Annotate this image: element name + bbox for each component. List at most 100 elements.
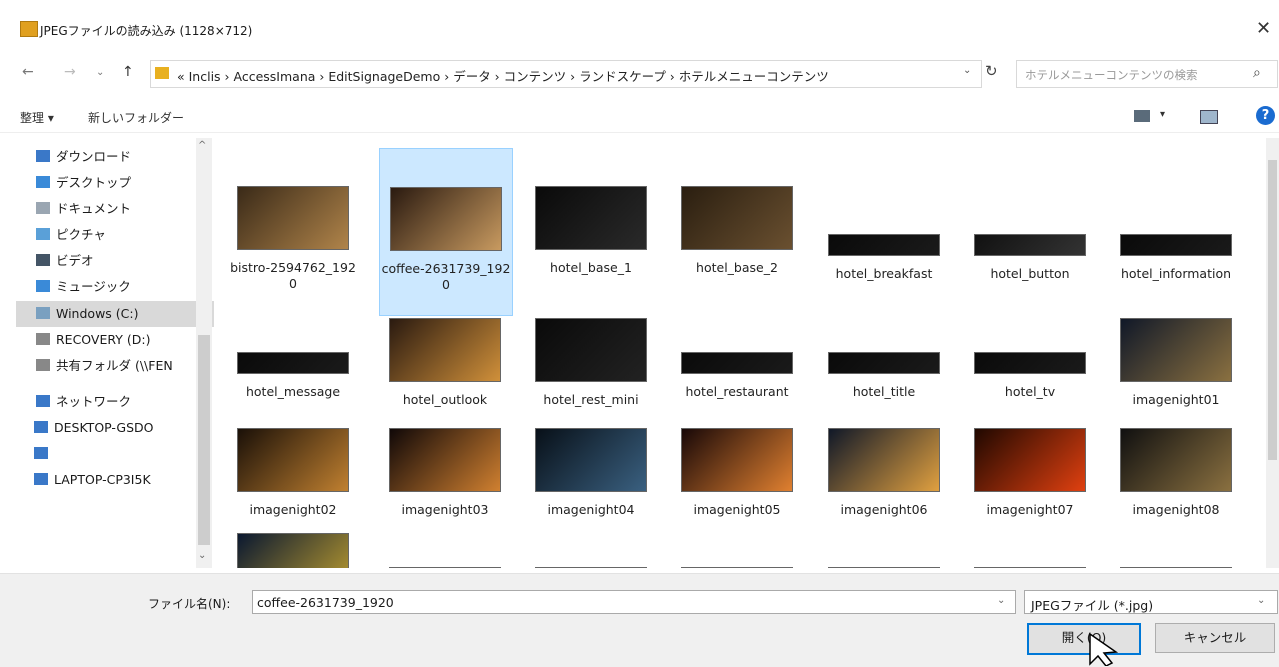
file-item[interactable]: imagenight01 [1110,318,1242,418]
up-icon[interactable]: ↑ [122,64,134,80]
thumbnail [681,352,793,374]
file-item[interactable]: coffee-2631739_1920 [379,148,513,316]
nav-item[interactable]: DESKTOP-GSDO [34,415,212,441]
thumbnail [390,187,502,251]
nav-item-label: ドキュメント [56,201,132,216]
file-item[interactable]: imagenight04 [525,428,657,528]
folder-icon [36,202,50,214]
chevron-down-icon[interactable]: ⌄ [1257,595,1265,606]
file-name: hotel_breakfast [835,266,933,281]
file-item[interactable]: imagenight05 [671,428,803,528]
refresh-icon[interactable]: ↻ [985,62,998,80]
file-item[interactable]: imagenight03 [379,428,511,528]
nav-item[interactable]: RECOVERY (D:) [36,327,214,353]
file-item[interactable]: imagenight07 [964,428,1096,528]
file-item[interactable]: hotel_restaurant [671,318,803,418]
content-scrollbar-thumb[interactable] [1268,160,1277,460]
search-placeholder: ホテルメニューコンテンツの検索 [1025,68,1198,82]
filetype-select[interactable]: JPEGファイル (*.jpg) ⌄ [1024,590,1278,614]
filename-value[interactable]: coffee-2631739_1920 [257,595,394,610]
filename-label: ファイル名(N): [148,597,231,611]
file-item[interactable]: hotel_button [964,148,1096,314]
organize-button[interactable]: 整理 ▾ [20,109,54,126]
nav-item[interactable]: ピクチャ [36,222,214,248]
app-icon [20,21,38,37]
file-item[interactable]: bistro-2594762_1920 [227,148,359,314]
nav-item[interactable]: ドキュメント [36,196,214,222]
nav-item[interactable]: デスクトップ [36,170,214,196]
file-item[interactable]: hotel_message [227,318,359,418]
nav-item-label: ビデオ [56,253,94,268]
nav-item[interactable]: LAPTOP-CP3I5K [34,467,212,493]
folder-icon [36,254,50,266]
chevron-down-icon[interactable]: ▾ [1160,109,1165,120]
address-path[interactable]: « Inclis › AccessImana › EditSignageDemo… [177,66,829,85]
file-item[interactable]: imagenight02 [227,428,359,528]
recent-dropdown-icon[interactable]: ⌄ [96,67,104,78]
file-name: hotel_restaurant [685,384,789,399]
folder-icon [34,447,48,459]
file-item[interactable]: hotel_rest_mini [525,318,657,418]
thumbnail [974,234,1086,256]
thumbnail [389,318,501,382]
thumbnail [828,567,940,568]
close-icon[interactable]: ✕ [1256,18,1271,39]
nav-item-label: ミュージック [56,279,131,294]
nav-item-label: DESKTOP-GSDO [54,420,154,435]
nav-item-label: LAPTOP-CP3I5K [54,472,151,487]
scroll-down-icon[interactable]: ⌄ [198,550,206,561]
filename-input[interactable]: coffee-2631739_1920 ⌄ [252,590,1016,614]
help-icon[interactable]: ? [1256,106,1275,125]
new-folder-button[interactable]: 新しいフォルダー [88,109,184,126]
file-name: hotel_base_2 [696,260,778,275]
file-item[interactable]: hotel_base_2 [671,148,803,314]
file-item[interactable]: imagenight08 [1110,428,1242,528]
cancel-button[interactable]: キャンセル [1155,623,1275,653]
file-name: imagenight04 [547,502,635,517]
thumbnail [828,428,940,492]
nav-item[interactable] [34,441,212,467]
file-item[interactable]: hotel_tv [964,318,1096,418]
nav-item-label: RECOVERY (D:) [56,332,151,347]
nav-item[interactable]: ダウンロード [36,144,214,170]
chevron-down-icon[interactable]: ⌄ [997,595,1005,606]
scroll-up-icon[interactable]: ^ [198,140,206,151]
file-item[interactable]: hotel_information [1110,148,1242,314]
file-item[interactable] [671,533,803,568]
nav-item-label: デスクトップ [56,175,132,190]
file-item[interactable]: imagenight06 [818,428,950,528]
nav-scrollbar-thumb[interactable] [198,335,210,545]
back-icon[interactable]: ← [22,64,34,80]
view-options-icon[interactable] [1134,110,1150,122]
file-name: hotel_title [852,384,916,399]
chevron-down-icon[interactable]: ⌄ [963,65,971,76]
file-item[interactable]: hotel_title [818,318,950,418]
nav-item-label: 共有フォルダ (\\FEN [56,358,173,373]
thumbnail [535,567,647,568]
preview-pane-icon[interactable] [1200,110,1218,124]
search-icon[interactable]: ⌕ [1253,65,1261,81]
file-item[interactable] [1110,533,1242,568]
file-item[interactable] [379,533,511,568]
nav-item[interactable]: ビデオ [36,248,214,274]
nav-item[interactable]: Windows (C:) [16,301,214,327]
nav-item[interactable]: ネットワーク [36,389,214,415]
folder-icon [36,307,50,319]
file-name: hotel_information [1120,266,1232,281]
nav-item[interactable]: 共有フォルダ (\\FEN [36,353,214,379]
folder-icon [36,359,50,371]
file-item[interactable] [227,533,359,568]
file-item[interactable] [818,533,950,568]
folder-icon [155,67,169,79]
filetype-value[interactable]: JPEGファイル (*.jpg) [1031,595,1153,614]
file-item[interactable]: hotel_base_1 [525,148,657,314]
file-item[interactable] [525,533,657,568]
file-item[interactable]: hotel_outlook [379,318,511,418]
file-name: hotel_button [990,266,1070,281]
forward-icon[interactable]: → [64,64,76,80]
file-item[interactable]: hotel_breakfast [818,148,950,314]
nav-item[interactable]: ミュージック [36,274,214,300]
address-bar[interactable]: « Inclis › AccessImana › EditSignageDemo… [150,60,982,88]
file-item[interactable] [964,533,1096,568]
search-input[interactable]: ホテルメニューコンテンツの検索 ⌕ [1016,60,1278,88]
